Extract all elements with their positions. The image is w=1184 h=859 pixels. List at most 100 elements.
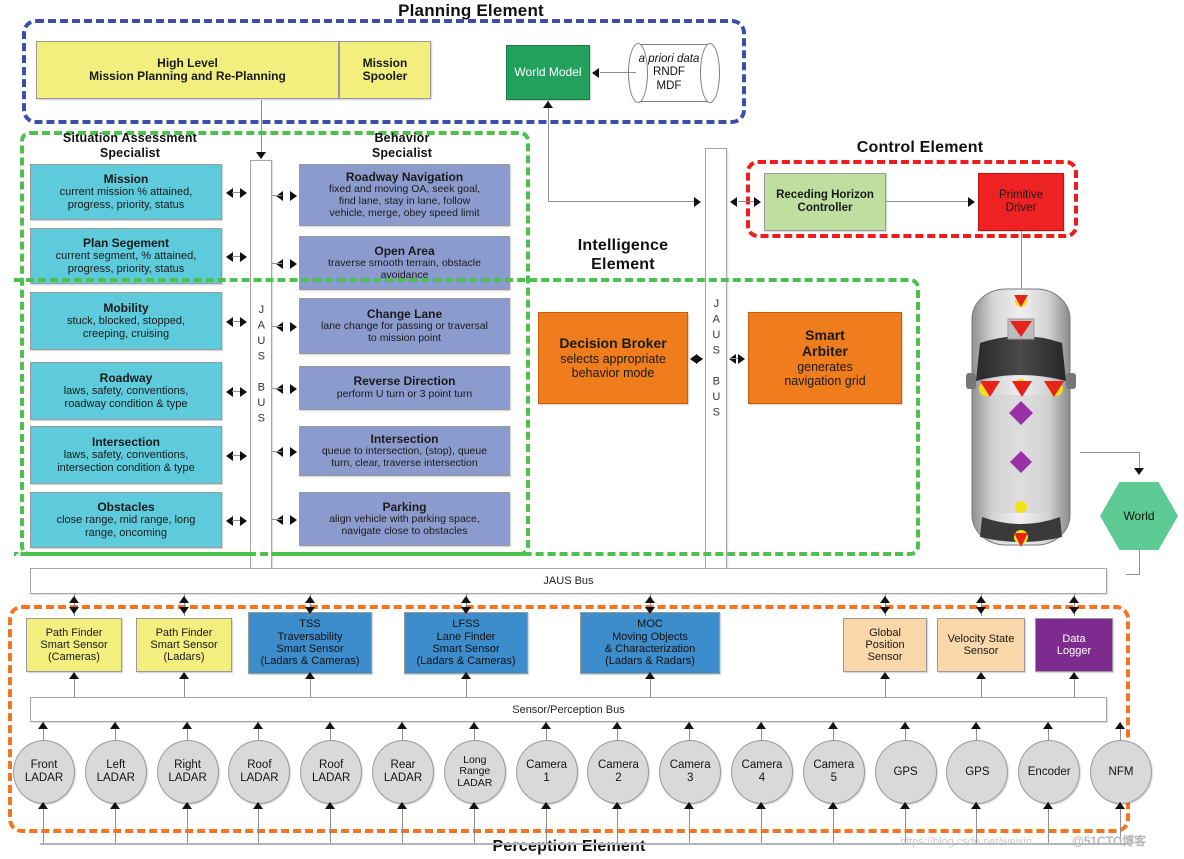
- sensor-node-label: Camera 4: [741, 759, 783, 784]
- situation-item-roadway[interactable]: Roadway laws, safety, conventions, roadway…: [30, 362, 222, 420]
- situation-bus-arrow-left: [226, 252, 233, 262]
- situation-bus-arrow-left: [226, 516, 233, 526]
- smart-sensor-tss[interactable]: TSS Traversability Smart Sensor (Ladars & C…: [248, 612, 372, 674]
- sensor-node-encoder[interactable]: Encoder: [1018, 740, 1081, 804]
- smart-sensor-label-line: Velocity State: [947, 632, 1015, 645]
- behavior-item-open-area[interactable]: Open Area traverse smooth terrain, obstac…: [299, 236, 510, 290]
- decision-broker-title: Decision Broker: [559, 335, 667, 352]
- sensor-to-perceptionbus-arrow: [397, 722, 407, 729]
- smart-arbiter-box[interactable]: Smart Arbiter generates navigation grid: [748, 312, 902, 404]
- situation-item-title: Mobility: [103, 300, 149, 315]
- behavior-bus-line: [272, 519, 282, 520]
- primitive-driver-box[interactable]: Primitive Driver: [978, 173, 1064, 231]
- situation-item-plan-segement[interactable]: Plan Segement current segment, % attained…: [30, 228, 222, 284]
- sensor-to-perceptionbus-arrow: [468, 722, 479, 729]
- jaus-bus-left-label: JAUS BUS: [255, 304, 268, 428]
- smartsensor-to-jausbus-arrow: [69, 596, 79, 603]
- situation-item-desc-line: current mission % attained,: [59, 186, 193, 199]
- world-hexagon[interactable]: World: [1100, 482, 1178, 550]
- perceptionbus-to-smartsensor-arrow: [1069, 672, 1079, 679]
- situation-item-mobility[interactable]: Mobility stuck, blocked, stopped, creeping…: [30, 292, 222, 350]
- smart-sensor-label-line: Position: [865, 638, 905, 651]
- smart-sensor-path-finder[interactable]: Path Finder Smart Sensor (Cameras): [26, 618, 122, 672]
- smart-sensor-data[interactable]: Data Logger: [1035, 618, 1113, 672]
- behavior-specialist-header: Behavior Specialist: [302, 131, 502, 161]
- sensor-node-right-ladar[interactable]: Right LADAR: [156, 740, 219, 804]
- jaus-bus-right-label: JAUS BUS: [710, 298, 723, 422]
- behavior-item-intersection[interactable]: Intersection queue to intersection, (stop…: [299, 426, 510, 476]
- situation-item-obstacles[interactable]: Obstacles close range, mid range, long ran…: [30, 492, 222, 548]
- sensor-node-label: Long Range LADAR: [457, 753, 493, 789]
- sensor-node-rear-ladar[interactable]: Rear LADAR: [372, 740, 434, 804]
- watermark-tag: @51CTO博客: [1072, 834, 1147, 848]
- behavior-item-reverse-direction[interactable]: Reverse Direction perform U turn or 3 poi…: [299, 366, 510, 410]
- situation-item-desc-line: laws, safety, conventions,: [63, 385, 189, 398]
- sensor-node-label: Encoder: [1027, 765, 1071, 778]
- behavior-item-change-lane[interactable]: Change Lane lane change for passing or tr…: [299, 298, 510, 354]
- sensor-node-nfm[interactable]: NFM: [1090, 740, 1152, 804]
- jaus-bus-horizontal-label: JAUS Bus: [543, 575, 594, 587]
- smartsensor-to-jausbus-arrow: [645, 596, 655, 603]
- sensor-node-camera-1[interactable]: Camera 1: [515, 740, 578, 804]
- situation-item-intersection[interactable]: Intersection laws, safety, conventions, in…: [30, 426, 222, 484]
- sensor-to-perceptionbus-arrow: [756, 722, 766, 729]
- sensor-node-label: Camera 5: [813, 759, 855, 784]
- smart-sensor-label-line: Path Finder: [155, 626, 213, 639]
- world-model-box[interactable]: World Model: [506, 45, 590, 100]
- behavior-bus-arrow-left: [276, 384, 283, 394]
- intelligence-title-line1: Intelligence: [577, 237, 669, 254]
- smart-sensor-global[interactable]: Global Position Sensor: [843, 618, 927, 672]
- sensor-node-gps[interactable]: GPS: [946, 740, 1009, 804]
- mission-spooler-box[interactable]: Mission Spooler: [339, 41, 431, 99]
- arbiter-right-arrow: [738, 354, 745, 364]
- sensor-node-roof-ladar[interactable]: Roof LADAR: [228, 740, 291, 804]
- sensor-node-gps[interactable]: GPS: [874, 740, 937, 804]
- situation-bus-arrow-right: [240, 387, 247, 397]
- sensor-node-long-range-ladar[interactable]: Long Range LADAR: [443, 740, 506, 804]
- behavior-item-parking[interactable]: Parking align vehicle with parking space,…: [299, 492, 510, 546]
- behavior-item-desc-line: navigate close to obstacles: [341, 524, 468, 537]
- situation-bus-arrow-right: [240, 252, 247, 262]
- sensor-node-front-ladar[interactable]: Front LADAR: [13, 740, 75, 804]
- situation-item-desc-line: roadway condition & type: [64, 397, 188, 410]
- world-to-sensor-arrow: [181, 802, 192, 809]
- sensor-node-label: NFM: [1108, 765, 1134, 778]
- behavior-item-roadway-navigation[interactable]: Roadway Navigation fixed and moving OA, s…: [299, 164, 510, 226]
- jausbus-to-smartsensor-arrow: [880, 607, 890, 614]
- sensor-node-camera-4[interactable]: Camera 4: [731, 740, 793, 804]
- decision-broker-desc-1: selects appropriate: [560, 351, 666, 366]
- smart-sensor-velocity-state[interactable]: Velocity State Sensor: [937, 618, 1025, 672]
- behavior-item-desc-line: vehicle, merge, obey speed limit: [329, 206, 480, 219]
- decision-broker-box[interactable]: Decision Broker selects appropriate beha…: [538, 312, 688, 404]
- situation-bus-arrow-right: [240, 188, 247, 198]
- smart-sensor-moc[interactable]: MOC Moving Objects & Characterization (Lada…: [580, 612, 720, 674]
- apriori-line1: a priori data: [638, 52, 700, 65]
- jausbus-to-smartsensor-arrow: [69, 607, 79, 614]
- behavior-item-desc-line: traverse smooth terrain, obstacle: [328, 256, 481, 269]
- world-hexagon-label: World: [1123, 509, 1155, 523]
- high-level-planning-box[interactable]: High Level Mission Planning and Re-Plann…: [36, 41, 339, 99]
- mission-spooler-line1: Mission: [362, 55, 408, 70]
- vehicle-illustration: [962, 285, 1080, 550]
- smart-sensor-path-finder[interactable]: Path Finder Smart Sensor (Ladars): [136, 618, 232, 672]
- receding-horizon-controller-box[interactable]: Receding Horizon Controller: [764, 173, 886, 231]
- behavior-bus-arrow-right: [290, 447, 297, 457]
- sensor-node-camera-2[interactable]: Camera 2: [587, 740, 650, 804]
- smartsensor-to-jausbus-arrow: [976, 596, 986, 603]
- sensor-node-left-ladar[interactable]: Left LADAR: [84, 740, 147, 804]
- planning-to-jausleft-line: [261, 100, 262, 152]
- situation-header-line2: Specialist: [99, 145, 161, 160]
- smart-sensor-label-line: Lane Finder: [436, 630, 496, 643]
- sensor-node-camera-3[interactable]: Camera 3: [659, 740, 722, 804]
- behavior-item-title: Intersection: [370, 431, 439, 446]
- smart-sensor-label-line: LFSS: [452, 618, 480, 631]
- smart-sensor-lfss[interactable]: LFSS Lane Finder Smart Sensor (Ladars & Cam…: [404, 612, 528, 674]
- sensor-node-roof-ladar[interactable]: Roof LADAR: [300, 740, 363, 804]
- situation-bus-arrow-left: [226, 317, 233, 327]
- world-to-sensor-arrow: [827, 802, 838, 809]
- watermark-url: https://blog.csdn.net/weixin: [900, 836, 1033, 848]
- situation-item-title: Roadway: [99, 370, 153, 385]
- perceptionbus-to-smartsensor-arrow: [179, 672, 189, 679]
- situation-item-mission[interactable]: Mission current mission % attained, progre…: [30, 164, 222, 220]
- sensor-node-camera-5[interactable]: Camera 5: [802, 740, 865, 804]
